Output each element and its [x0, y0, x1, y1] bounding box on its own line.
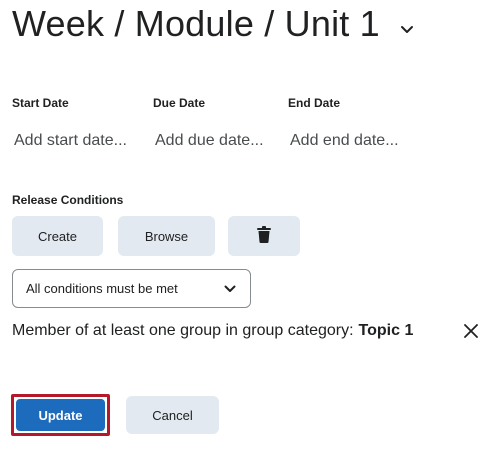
end-date-input[interactable] [284, 128, 426, 154]
chevron-down-icon[interactable] [400, 23, 414, 37]
update-button[interactable]: Update [16, 399, 105, 431]
start-date-group: Start Date [8, 96, 150, 154]
end-date-label: End Date [288, 96, 341, 110]
release-conditions-label: Release Conditions [12, 193, 124, 207]
browse-button[interactable]: Browse [118, 216, 215, 256]
condition-match-value: All conditions must be met [26, 281, 178, 296]
delete-button[interactable] [228, 216, 300, 256]
condition-text: Member of at least one group in group ca… [12, 322, 354, 339]
page-title: Week / Module / Unit 1 [12, 3, 380, 44]
condition-value: Topic 1 [358, 322, 414, 339]
start-date-label: Start Date [12, 96, 69, 110]
trash-icon [257, 226, 271, 246]
end-date-group: End Date [284, 96, 426, 154]
update-button-highlight: Update [11, 394, 110, 436]
due-date-group: Due Date [149, 96, 291, 154]
cancel-button[interactable]: Cancel [126, 396, 219, 434]
condition-item: Member of at least one group in group ca… [12, 322, 482, 340]
header: Week / Module / Unit 1 [12, 2, 414, 46]
due-date-label: Due Date [153, 96, 206, 110]
close-icon[interactable] [462, 322, 480, 340]
condition-match-select[interactable]: All conditions must be met [12, 269, 251, 308]
create-button[interactable]: Create [12, 216, 103, 256]
start-date-input[interactable] [8, 128, 150, 154]
chevron-down-icon [224, 283, 236, 295]
due-date-input[interactable] [149, 128, 291, 154]
